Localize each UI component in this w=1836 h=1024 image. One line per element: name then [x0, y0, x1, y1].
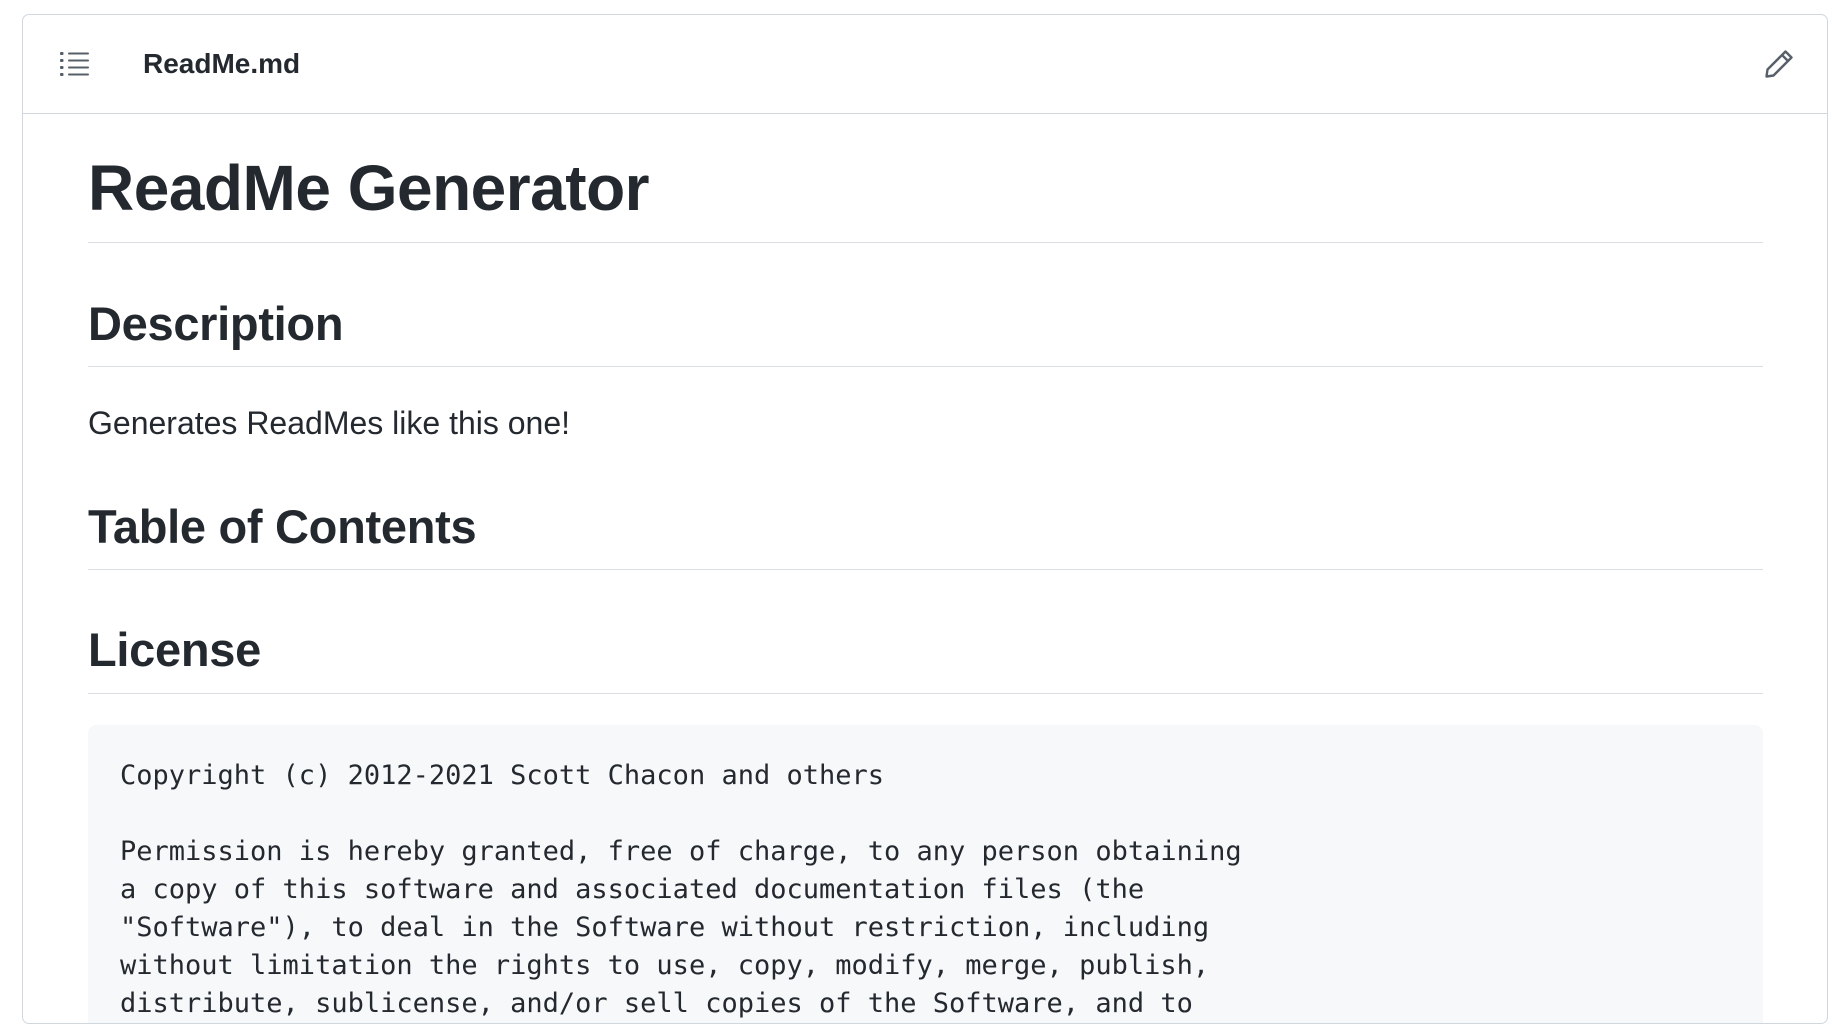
code-line: without limitation the rights to use, co… [120, 949, 1210, 981]
readme-title: ReadMe Generator [88, 114, 1763, 243]
list-unordered-icon [60, 52, 89, 76]
code-line: "Software"), to deal in the Software wit… [120, 911, 1210, 943]
license-heading: License [88, 622, 1763, 694]
readme-content: ReadMe Generator Description Generates R… [23, 114, 1827, 1023]
table-of-contents-button[interactable] [57, 46, 93, 82]
code-line: a copy of this software and associated d… [120, 873, 1145, 905]
code-line: Copyright (c) 2012-2021 Scott Chacon and… [120, 759, 885, 791]
file-name: ReadMe.md [143, 48, 301, 79]
edit-file-button[interactable] [1759, 44, 1799, 84]
description-text: Generates ReadMes like this one! [88, 404, 571, 441]
description-heading: Description [88, 296, 1763, 367]
pencil-icon [1765, 50, 1793, 78]
code-line: distribute, sublicense, and/or sell copi… [120, 987, 1193, 1019]
readme-file-panel: ReadMe.md ReadMe Generator Description G… [22, 14, 1828, 1024]
license-code-block: Copyright (c) 2012-2021 Scott Chacon and… [88, 724, 1763, 1023]
code-line: Permission is hereby granted, free of ch… [120, 835, 1242, 867]
file-header: ReadMe.md [23, 15, 1827, 114]
table-of-contents-heading: Table of Contents [88, 499, 1763, 571]
